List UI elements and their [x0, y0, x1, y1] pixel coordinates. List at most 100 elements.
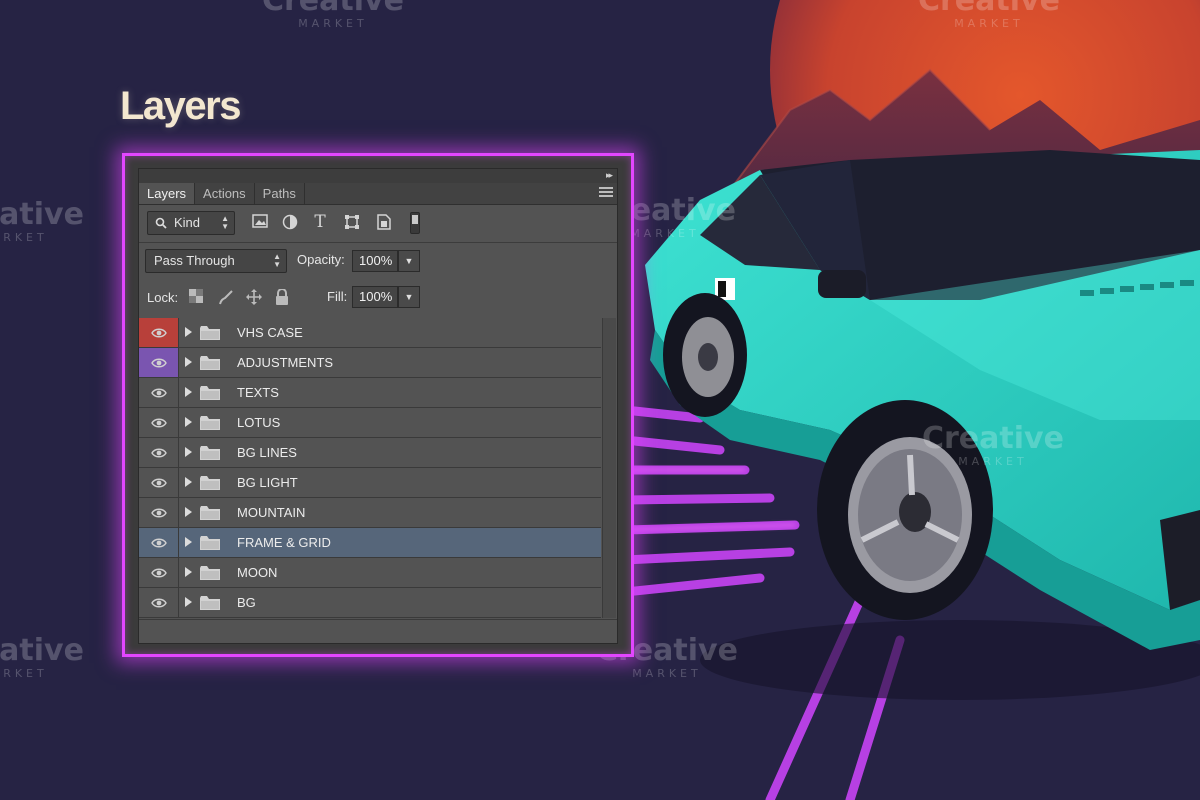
blend-row: Pass Through ▲ ▼ Opacity: 100% ▼: [139, 249, 617, 275]
lock-all-icon[interactable]: [273, 288, 291, 307]
folder-icon: [200, 566, 220, 580]
expand-triangle-icon[interactable]: [185, 537, 192, 547]
lock-transparent-icon[interactable]: [187, 289, 205, 307]
eye-icon: [151, 448, 167, 458]
expand-triangle-icon[interactable]: [185, 447, 192, 457]
opacity-label: Opacity:: [297, 252, 345, 267]
fill-label: Fill:: [327, 289, 348, 304]
image-filter-icon[interactable]: [251, 214, 269, 232]
eye-icon: [151, 358, 167, 368]
eye-icon: [151, 418, 167, 428]
folder-icon: [200, 506, 220, 520]
tab-paths[interactable]: Paths: [255, 183, 305, 204]
adjustment-filter-icon[interactable]: [281, 214, 299, 232]
opacity-input[interactable]: 100%: [352, 250, 398, 272]
folder-icon: [200, 416, 220, 430]
folder-icon: [200, 536, 220, 550]
expand-triangle-icon[interactable]: [185, 327, 192, 337]
layer-row-mountain[interactable]: MOUNTAIN: [139, 498, 601, 528]
layer-row-bg-light[interactable]: BG LIGHT: [139, 468, 601, 498]
layer-name: LOTUS: [237, 415, 281, 430]
folder-icon: [200, 326, 220, 340]
layer-name: ADJUSTMENTS: [237, 355, 334, 370]
lock-position-icon[interactable]: [245, 289, 263, 307]
select-arrows-icon: ▲ ▼: [221, 214, 229, 231]
expand-triangle-icon[interactable]: [185, 507, 192, 517]
shape-filter-icon[interactable]: [343, 214, 361, 232]
lock-image-icon[interactable]: [217, 289, 235, 307]
eye-icon: [151, 478, 167, 488]
folder-icon: [200, 356, 220, 370]
layer-visibility-toggle[interactable]: [139, 558, 179, 587]
layer-visibility-toggle[interactable]: [139, 528, 179, 557]
layer-visibility-toggle[interactable]: [139, 468, 179, 497]
folder-icon: [200, 476, 220, 490]
expand-triangle-icon[interactable]: [185, 387, 192, 397]
layer-name: VHS CASE: [237, 325, 303, 340]
fill-input[interactable]: 100%: [352, 286, 398, 308]
page-title: Layers: [120, 84, 241, 128]
expand-triangle-icon[interactable]: [185, 477, 192, 487]
layer-visibility-toggle[interactable]: [139, 588, 179, 617]
panel-menu-icon[interactable]: [599, 187, 613, 199]
expand-triangle-icon[interactable]: [185, 357, 192, 367]
layer-row-frame-grid[interactable]: FRAME & GRID: [139, 528, 601, 558]
layer-name: TEXTS: [237, 385, 279, 400]
collapse-panel-icon[interactable]: ▸▸: [606, 170, 613, 181]
layer-row-lotus[interactable]: LOTUS: [139, 408, 601, 438]
layer-name: BG LINES: [237, 445, 297, 460]
expand-triangle-icon[interactable]: [185, 597, 192, 607]
layer-row-adjustments[interactable]: ADJUSTMENTS: [139, 348, 601, 378]
panel-titlebar: ▸▸: [139, 169, 617, 183]
lock-row: Lock: Fill: 100% ▼: [139, 286, 617, 312]
layer-visibility-toggle[interactable]: [139, 348, 179, 377]
eye-icon: [151, 388, 167, 398]
eye-icon: [151, 598, 167, 608]
folder-icon: [200, 386, 220, 400]
tab-layers[interactable]: Layers: [139, 183, 196, 204]
search-icon: [155, 217, 167, 229]
layer-row-texts[interactable]: TEXTS: [139, 378, 601, 408]
filter-toggle-switch[interactable]: [410, 212, 420, 234]
layer-list: VHS CASE ADJUSTMENTS TEXTS LOTUS BG LINE…: [139, 318, 601, 618]
layer-name: MOUNTAIN: [237, 505, 306, 520]
eye-icon: [151, 328, 167, 338]
filter-kind-label: Kind: [174, 215, 201, 230]
layer-row-moon[interactable]: MOON: [139, 558, 601, 588]
eye-icon: [151, 508, 167, 518]
layer-visibility-toggle[interactable]: [139, 378, 179, 407]
type-filter-icon[interactable]: T: [311, 213, 329, 231]
layer-visibility-toggle[interactable]: [139, 438, 179, 467]
layer-row-bg-lines[interactable]: BG LINES: [139, 438, 601, 468]
lock-label: Lock:: [147, 290, 179, 305]
layer-name: BG: [237, 595, 256, 610]
layer-visibility-toggle[interactable]: [139, 318, 179, 347]
car: [645, 150, 1200, 700]
blend-mode-select[interactable]: Pass Through ▲ ▼: [145, 249, 287, 273]
expand-triangle-icon[interactable]: [185, 567, 192, 577]
tab-actions[interactable]: Actions: [195, 183, 255, 204]
panel-tabs: Layers Actions Paths: [139, 183, 617, 205]
filter-kind-select[interactable]: Kind ▲ ▼: [147, 211, 235, 235]
fill-dropdown-button[interactable]: ▼: [398, 286, 420, 308]
select-arrows-icon: ▲ ▼: [273, 252, 281, 269]
eye-icon: [151, 568, 167, 578]
layers-panel: ▸▸ Layers Actions Paths Kind ▲ ▼ T Pass …: [138, 168, 618, 644]
panel-footer: [139, 619, 617, 643]
layer-visibility-toggle[interactable]: [139, 408, 179, 437]
layer-row-vhs-case[interactable]: VHS CASE: [139, 318, 601, 348]
folder-icon: [200, 596, 220, 610]
layer-list-scrollbar[interactable]: [602, 318, 616, 618]
layer-name: BG LIGHT: [237, 475, 298, 490]
blend-mode-value: Pass Through: [154, 253, 235, 268]
expand-triangle-icon[interactable]: [185, 417, 192, 427]
opacity-dropdown-button[interactable]: ▼: [398, 250, 420, 272]
folder-icon: [200, 446, 220, 460]
layer-name: FRAME & GRID: [237, 535, 331, 550]
filter-row: Kind ▲ ▼ T: [139, 211, 617, 237]
layer-name: MOON: [237, 565, 278, 580]
layer-visibility-toggle[interactable]: [139, 498, 179, 527]
eye-icon: [151, 538, 167, 548]
layer-row-bg[interactable]: BG: [139, 588, 601, 618]
smart-object-filter-icon[interactable]: [375, 214, 393, 232]
